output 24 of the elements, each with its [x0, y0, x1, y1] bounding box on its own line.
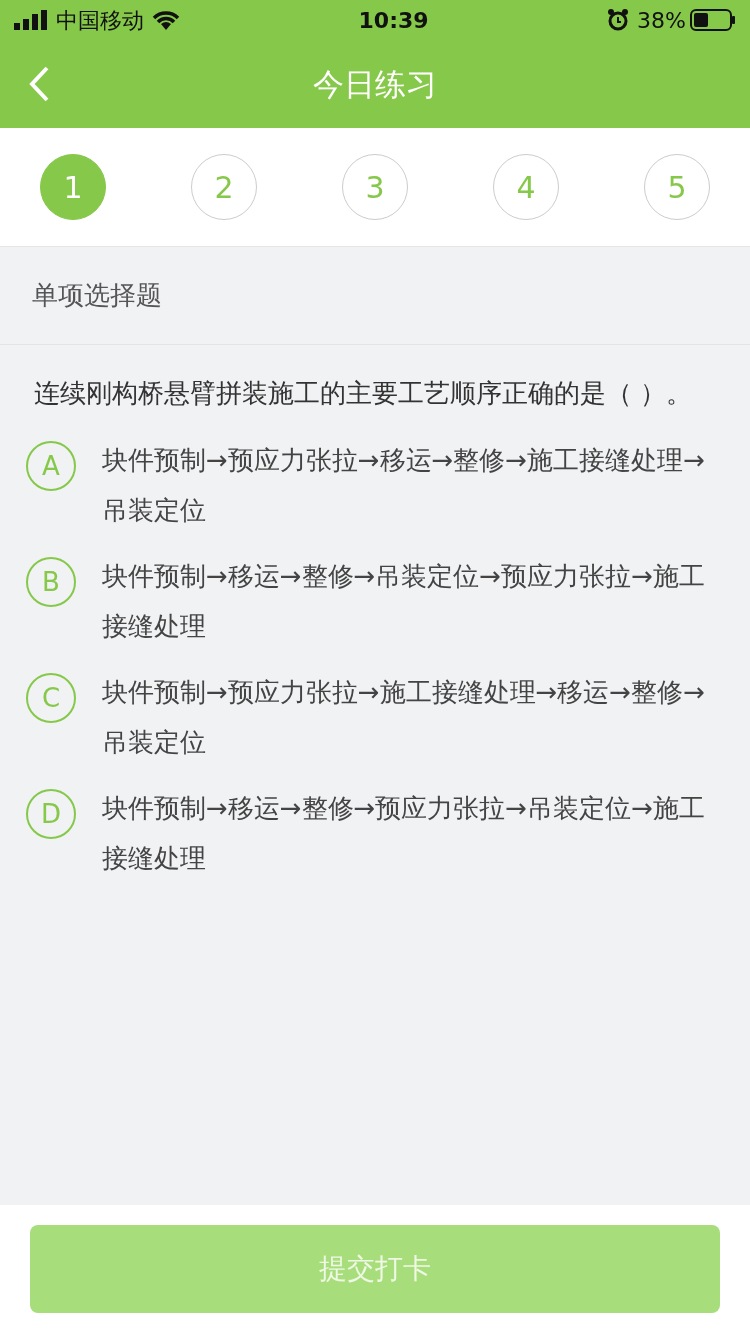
carrier-name: 中国移动 — [56, 6, 144, 35]
option-letter[interactable]: C — [26, 673, 76, 723]
question-step[interactable]: 3 — [342, 154, 408, 220]
question-step[interactable]: 4 — [493, 154, 559, 220]
question-step[interactable]: 5 — [644, 154, 710, 220]
battery-icon — [690, 9, 736, 31]
question-step[interactable]: 2 — [191, 154, 257, 220]
back-icon[interactable] — [28, 66, 50, 102]
option-letter[interactable]: A — [26, 441, 76, 491]
option-text[interactable]: 块件预制→预应力张拉→施工接缝处理→移运→整修→吊装定位 — [102, 667, 716, 767]
option-letter[interactable]: D — [26, 789, 76, 839]
option-text[interactable]: 块件预制→移运→整修→吊装定位→预应力张拉→施工接缝处理 — [102, 551, 716, 651]
option-letter[interactable]: B — [26, 557, 76, 607]
signal-icon — [14, 10, 48, 30]
battery-percent: 38% — [637, 6, 686, 35]
page-title: 今日练习 — [313, 64, 437, 104]
option-text[interactable]: 块件预制→移运→整修→预应力张拉→吊装定位→施工接缝处理 — [102, 783, 716, 883]
clock-time: 10:39 — [358, 7, 429, 33]
question-text: 连续刚构桥悬臂拼装施工的主要工艺顺序正确的是（ ）。 — [33, 377, 694, 410]
alarm-icon — [607, 9, 630, 31]
question-step[interactable]: 1 — [40, 154, 106, 220]
wifi-icon — [152, 10, 180, 30]
option-text[interactable]: 块件预制→预应力张拉→移运→整修→施工接缝处理→吊装定位 — [102, 435, 716, 535]
section-label: 单项选择题 — [32, 279, 162, 312]
